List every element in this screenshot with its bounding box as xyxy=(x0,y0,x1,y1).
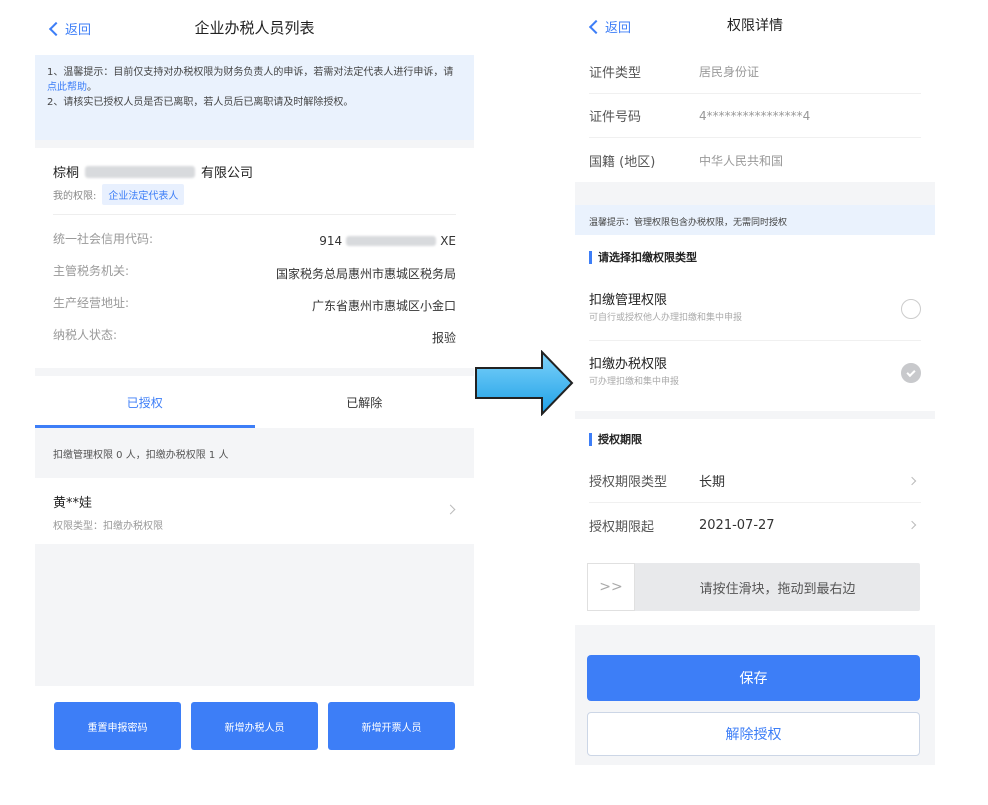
row-value: 长期 xyxy=(699,475,726,490)
credit-code-suffix: XE xyxy=(440,234,456,248)
section-heading-text: 授权期限 xyxy=(598,433,642,446)
permission-type-section: 请选择扣缴权限类型 扣缴管理权限 可自行或授权他人办理扣缴和集中申报 扣缴办税权… xyxy=(575,235,935,411)
company-name-suffix: 有限公司 xyxy=(201,166,254,181)
row-key: 国籍 (地区) xyxy=(589,154,656,170)
heading-bar xyxy=(589,432,592,446)
notice-line1-prefix: 1、温馨提示：目前仅支持对办税权限为财务负责人的申诉，若需对法定代表人进行申诉，… xyxy=(47,67,454,78)
info-row-credit-code: 统一社会信用代码: 914 XE xyxy=(53,230,456,252)
tab-authorized[interactable]: 已授权 xyxy=(35,376,255,428)
radio-unchecked[interactable] xyxy=(901,299,921,319)
row-key: 证件号码 xyxy=(589,110,642,125)
info-row-status: 纳税人状态: 报验 xyxy=(53,326,456,348)
right-page-title: 权限详情 xyxy=(727,18,783,34)
info-value: 914 XE xyxy=(319,230,456,252)
chevron-left-icon xyxy=(48,21,64,36)
option-subtitle: 可办理扣缴和集中申报 xyxy=(589,377,680,387)
tab-revoked[interactable]: 已解除 xyxy=(255,376,475,428)
reset-password-button[interactable]: 重置申报密码 xyxy=(54,702,181,750)
info-value: 国家税务总局惠州市惠城区税务局 xyxy=(275,266,456,281)
option-tax-permission[interactable]: 扣缴办税权限 可办理扣缴和集中申报 xyxy=(589,341,921,405)
identity-block: 证件类型 居民身份证 证件号码 4****************4 国籍 (地… xyxy=(575,50,935,182)
info-value: 广东省惠州市惠城区小金口 xyxy=(311,298,456,313)
option-subtitle: 可自行或授权他人办理扣缴和集中申报 xyxy=(589,313,743,323)
info-key: 主管税务机关: xyxy=(53,264,130,278)
nationality-row: 国籍 (地区) 中华人民共和国 xyxy=(589,138,921,182)
auth-tabs: 已授权 已解除 xyxy=(35,376,474,428)
info-row-address: 生产经营地址: 广东省惠州市惠城区小金口 xyxy=(53,294,456,316)
info-row-tax-authority: 主管税务机关: 国家税务总局惠州市惠城区税务局 xyxy=(53,262,456,284)
company-name-prefix: 棕桐 xyxy=(53,166,80,181)
tip-banner: 温馨提示：管理权限包含办税权限，无需同时授权 xyxy=(575,205,935,235)
row-key: 证件类型 xyxy=(589,66,642,81)
section-heading: 授权期限 xyxy=(589,431,642,447)
row-value: 4****************4 xyxy=(699,108,811,123)
revoke-button[interactable]: 解除授权 xyxy=(587,712,920,756)
redacted-text xyxy=(346,236,437,246)
option-title: 扣缴办税权限 xyxy=(589,357,668,372)
row-value: 居民身份证 xyxy=(699,65,760,79)
redacted-text xyxy=(85,165,196,178)
slider-text: 请按住滑块，拖动到最右边 xyxy=(699,581,856,597)
heading-bar xyxy=(589,250,592,264)
add-tax-staff-button[interactable]: 新增办税人员 xyxy=(191,702,318,750)
left-back-label: 返回 xyxy=(65,23,92,38)
term-type-row[interactable]: 授权期限类型 长期 xyxy=(589,459,921,503)
right-back-label: 返回 xyxy=(605,21,632,36)
info-key: 生产经营地址: xyxy=(53,296,130,310)
permission-summary: 扣缴管理权限 0 人，扣缴办税权限 1 人 xyxy=(53,450,229,461)
option-manage-permission[interactable]: 扣缴管理权限 可自行或授权他人办理扣缴和集中申报 xyxy=(589,277,921,341)
row-value: 中华人民共和国 xyxy=(699,153,784,168)
perm-label: 我的权限: xyxy=(53,191,97,202)
company-card: 棕桐 有限公司 我的权限: 企业法定代表人 统一社会信用代码: 914 XE 主… xyxy=(35,148,474,368)
id-type-row: 证件类型 居民身份证 xyxy=(589,50,921,94)
chevron-right-icon xyxy=(907,476,917,485)
notice-help-link[interactable]: 点此帮助 xyxy=(47,82,87,93)
bottom-action-bar: 重置申报密码 新增办税人员 新增开票人员 xyxy=(35,686,474,765)
info-key: 纳税人状态: xyxy=(53,328,118,342)
notice-line2: 2、请核实已授权人员是否已离职，若人员后已离职请及时解除授权。 xyxy=(47,97,354,108)
left-screen: 返回 企业办税人员列表 1、温馨提示：目前仅支持对办税权限为财务负责人的申诉，若… xyxy=(35,0,474,765)
row-key: 授权期限类型 xyxy=(589,475,668,490)
option-title: 扣缴管理权限 xyxy=(589,293,668,308)
term-start-row[interactable]: 授权期限起 2021-07-27 xyxy=(589,503,921,547)
info-value: 报验 xyxy=(431,330,456,345)
credit-code-prefix: 914 xyxy=(319,234,343,248)
chevron-right-icon xyxy=(907,520,917,530)
row-value: 2021-07-27 xyxy=(699,517,775,533)
flow-arrow-icon xyxy=(475,350,574,416)
divider xyxy=(53,214,456,215)
chevron-left-icon xyxy=(588,19,604,34)
info-key: 统一社会信用代码: xyxy=(53,232,154,246)
right-back-button[interactable]: 返回 xyxy=(588,17,632,36)
save-button[interactable]: 保存 xyxy=(587,655,920,701)
my-permission: 我的权限: 企业法定代表人 xyxy=(53,184,185,205)
add-invoice-staff-button[interactable]: 新增开票人员 xyxy=(328,702,455,750)
left-page-title: 企业办税人员列表 xyxy=(194,19,315,37)
perm-tag: 企业法定代表人 xyxy=(102,184,185,205)
section-heading-text: 请选择扣缴权限类型 xyxy=(598,251,697,264)
left-back-button[interactable]: 返回 xyxy=(48,19,92,38)
left-nav-bar: 返回 企业办税人员列表 xyxy=(35,0,474,55)
id-number-row: 证件号码 4****************4 xyxy=(589,94,921,138)
notice-line1-suffix: 。 xyxy=(87,82,97,93)
company-name: 棕桐 有限公司 xyxy=(53,162,253,181)
right-screen: 返回 权限详情 证件类型 居民身份证 证件号码 4***************… xyxy=(575,0,935,765)
radio-checked[interactable] xyxy=(901,363,921,383)
person-name: 黄**娃 xyxy=(53,496,93,511)
row-key: 授权期限起 xyxy=(589,519,655,535)
right-nav-bar: 返回 权限详情 xyxy=(575,0,935,50)
person-permission-type: 权限类型：扣缴办税权限 xyxy=(53,521,163,532)
slider-handle[interactable]: >> xyxy=(587,563,635,611)
slide-verify[interactable]: >> 请按住滑块，拖动到最右边 xyxy=(587,563,920,611)
left-notice: 1、温馨提示：目前仅支持对办税权限为财务负责人的申诉，若需对法定代表人进行申诉，… xyxy=(35,55,474,140)
list-item[interactable]: 黄**娃 权限类型：扣缴办税权限 xyxy=(35,478,474,544)
section-heading: 请选择扣缴权限类型 xyxy=(589,249,697,265)
